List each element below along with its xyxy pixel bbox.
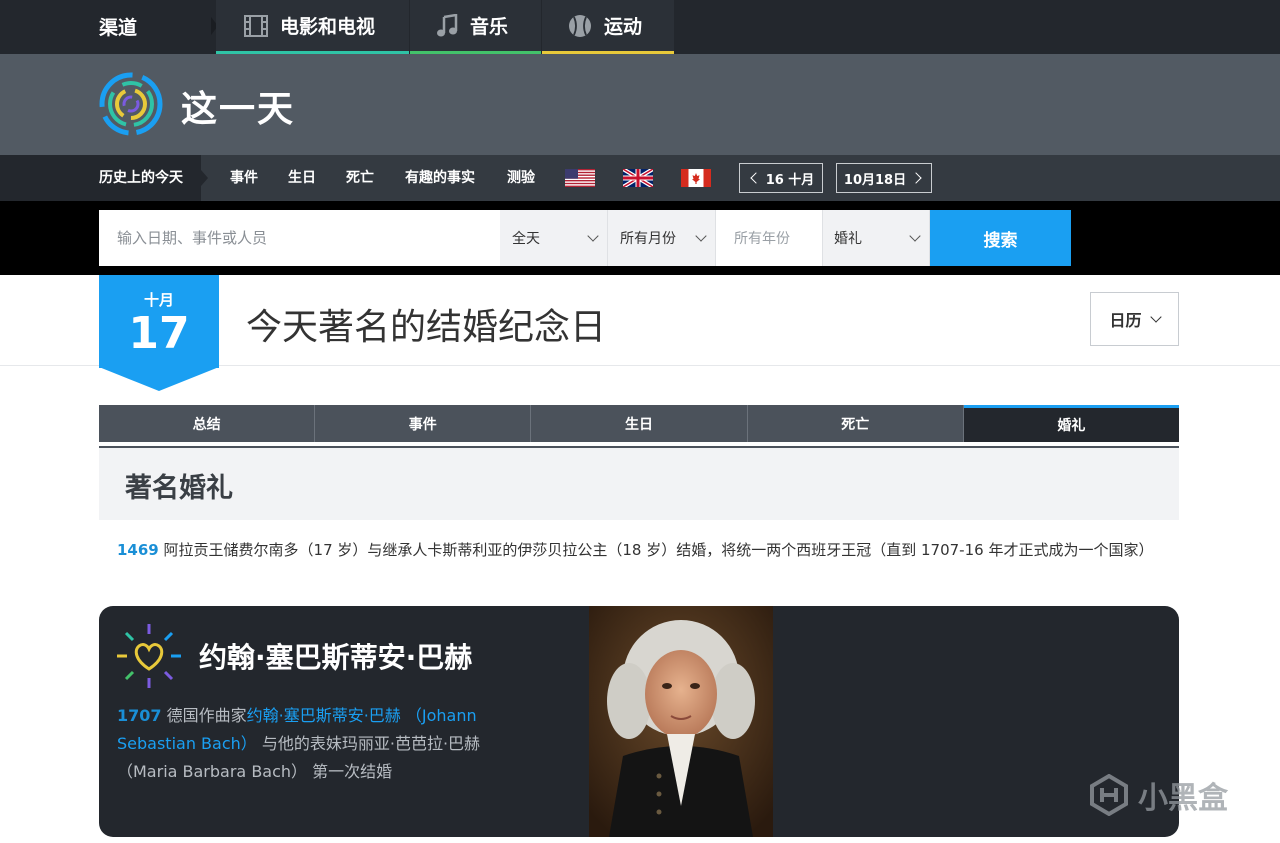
date-badge-month: 十月 (143, 291, 174, 309)
category-tabs: 总结 事件 生日 死亡 婚礼 (99, 405, 1180, 442)
bach-portrait-image (589, 606, 773, 837)
search-button[interactable]: 搜索 (930, 210, 1071, 266)
next-date-button[interactable]: 10月18日 (836, 163, 932, 193)
chevron-down-icon (695, 230, 707, 242)
site-logo-icon[interactable] (99, 72, 163, 136)
category-select[interactable]: 婚礼 (823, 210, 930, 266)
prev-date-button[interactable]: 16 十月 (739, 163, 823, 193)
channel-tab-label: 运动 (604, 16, 643, 38)
featured-wedding-card: 约翰·塞巴斯蒂安·巴赫 1707 德国作曲家约翰·塞巴斯蒂安·巴赫 （Johan… (99, 606, 1179, 837)
nav-deaths[interactable]: 死亡 (346, 155, 374, 201)
featured-description: 1707 德国作曲家约翰·塞巴斯蒂安·巴赫 （Johann Sebastian … (117, 702, 537, 786)
site-title[interactable]: 这一天 (181, 80, 295, 132)
date-badge: 十月 17 (99, 275, 219, 368)
uk-flag-icon[interactable] (623, 169, 653, 187)
prev-date-label: 16 十月 (765, 172, 815, 188)
featured-text-before: 德国作曲家 (161, 706, 247, 725)
tab-weddings[interactable]: 婚礼 (963, 405, 1180, 442)
year-input[interactable]: 所有年份 (716, 210, 823, 266)
nav-quiz[interactable]: 测验 (507, 155, 535, 201)
section-header: 著名婚礼 (99, 448, 1179, 520)
month-select-value: 所有月份 (620, 231, 676, 247)
heart-icon (117, 624, 181, 688)
music-note-icon (436, 13, 458, 38)
nav-fun-facts[interactable]: 有趣的事实 (405, 155, 475, 201)
nav-today-in-history[interactable]: 历史上的今天 (0, 155, 208, 201)
channel-tab-label: 电影和电视 (280, 16, 376, 38)
tab-events[interactable]: 事件 (315, 405, 532, 442)
search-input[interactable] (99, 210, 500, 266)
channels-label: 渠道 (99, 17, 138, 39)
channel-tab-sports[interactable]: 运动 (542, 0, 674, 54)
event-text: 阿拉贡王储费尔南多（17 岁）与继承人卡斯蒂利亚的伊莎贝拉公主（18 岁）结婚，… (158, 541, 1154, 559)
calendar-button-label: 日历 (1109, 311, 1142, 330)
next-date-label: 10月18日 (843, 172, 907, 188)
event-item: 1469 阿拉贡王储费尔南多（17 岁）与继承人卡斯蒂利亚的伊莎贝拉公主（18 … (117, 537, 1167, 564)
featured-year-link[interactable]: 1707 (117, 706, 162, 725)
featured-title[interactable]: 约翰·塞巴斯蒂安·巴赫 (199, 636, 472, 676)
chevron-left-icon (750, 172, 762, 184)
category-select-value: 婚礼 (834, 231, 862, 247)
film-icon (244, 14, 268, 37)
chevron-right-icon (910, 172, 922, 184)
tab-summary[interactable]: 总结 (99, 405, 316, 442)
channel-tab-label: 音乐 (470, 16, 509, 38)
watermark-logo-icon (1090, 774, 1128, 816)
chevron-down-icon (1149, 311, 1162, 323)
site-banner: 这一天 (0, 54, 1280, 155)
day-select[interactable]: 全天 (500, 210, 608, 266)
channel-tab-movies-tv[interactable]: 电影和电视 (216, 0, 409, 54)
channel-tab-music[interactable]: 音乐 (410, 0, 541, 54)
nav-births[interactable]: 生日 (288, 155, 316, 201)
chevron-down-icon (587, 230, 599, 242)
event-year-link[interactable]: 1469 (117, 541, 159, 559)
date-badge-pointer (99, 367, 219, 391)
year-input-placeholder: 所有年份 (734, 231, 790, 247)
canada-flag-icon[interactable] (681, 169, 711, 187)
date-badge-day: 17 (128, 308, 190, 359)
channel-bar: 渠道 电影和电视 音乐 运动 (0, 0, 1280, 54)
baseball-icon (568, 14, 592, 38)
month-select[interactable]: 所有月份 (608, 210, 716, 266)
calendar-button[interactable]: 日历 (1090, 292, 1179, 346)
watermark: 小黑盒 (1088, 773, 1228, 817)
tab-deaths[interactable]: 死亡 (748, 405, 964, 442)
day-select-value: 全天 (512, 231, 540, 247)
chevron-down-icon (909, 230, 921, 242)
tab-births[interactable]: 生日 (531, 405, 748, 442)
nav-events[interactable]: 事件 (230, 155, 258, 201)
us-flag-icon[interactable] (565, 169, 595, 187)
watermark-text: 小黑盒 (1138, 781, 1228, 816)
page-title: 今天著名的结婚纪念日 (246, 307, 607, 348)
section-title: 著名婚礼 (125, 473, 233, 504)
